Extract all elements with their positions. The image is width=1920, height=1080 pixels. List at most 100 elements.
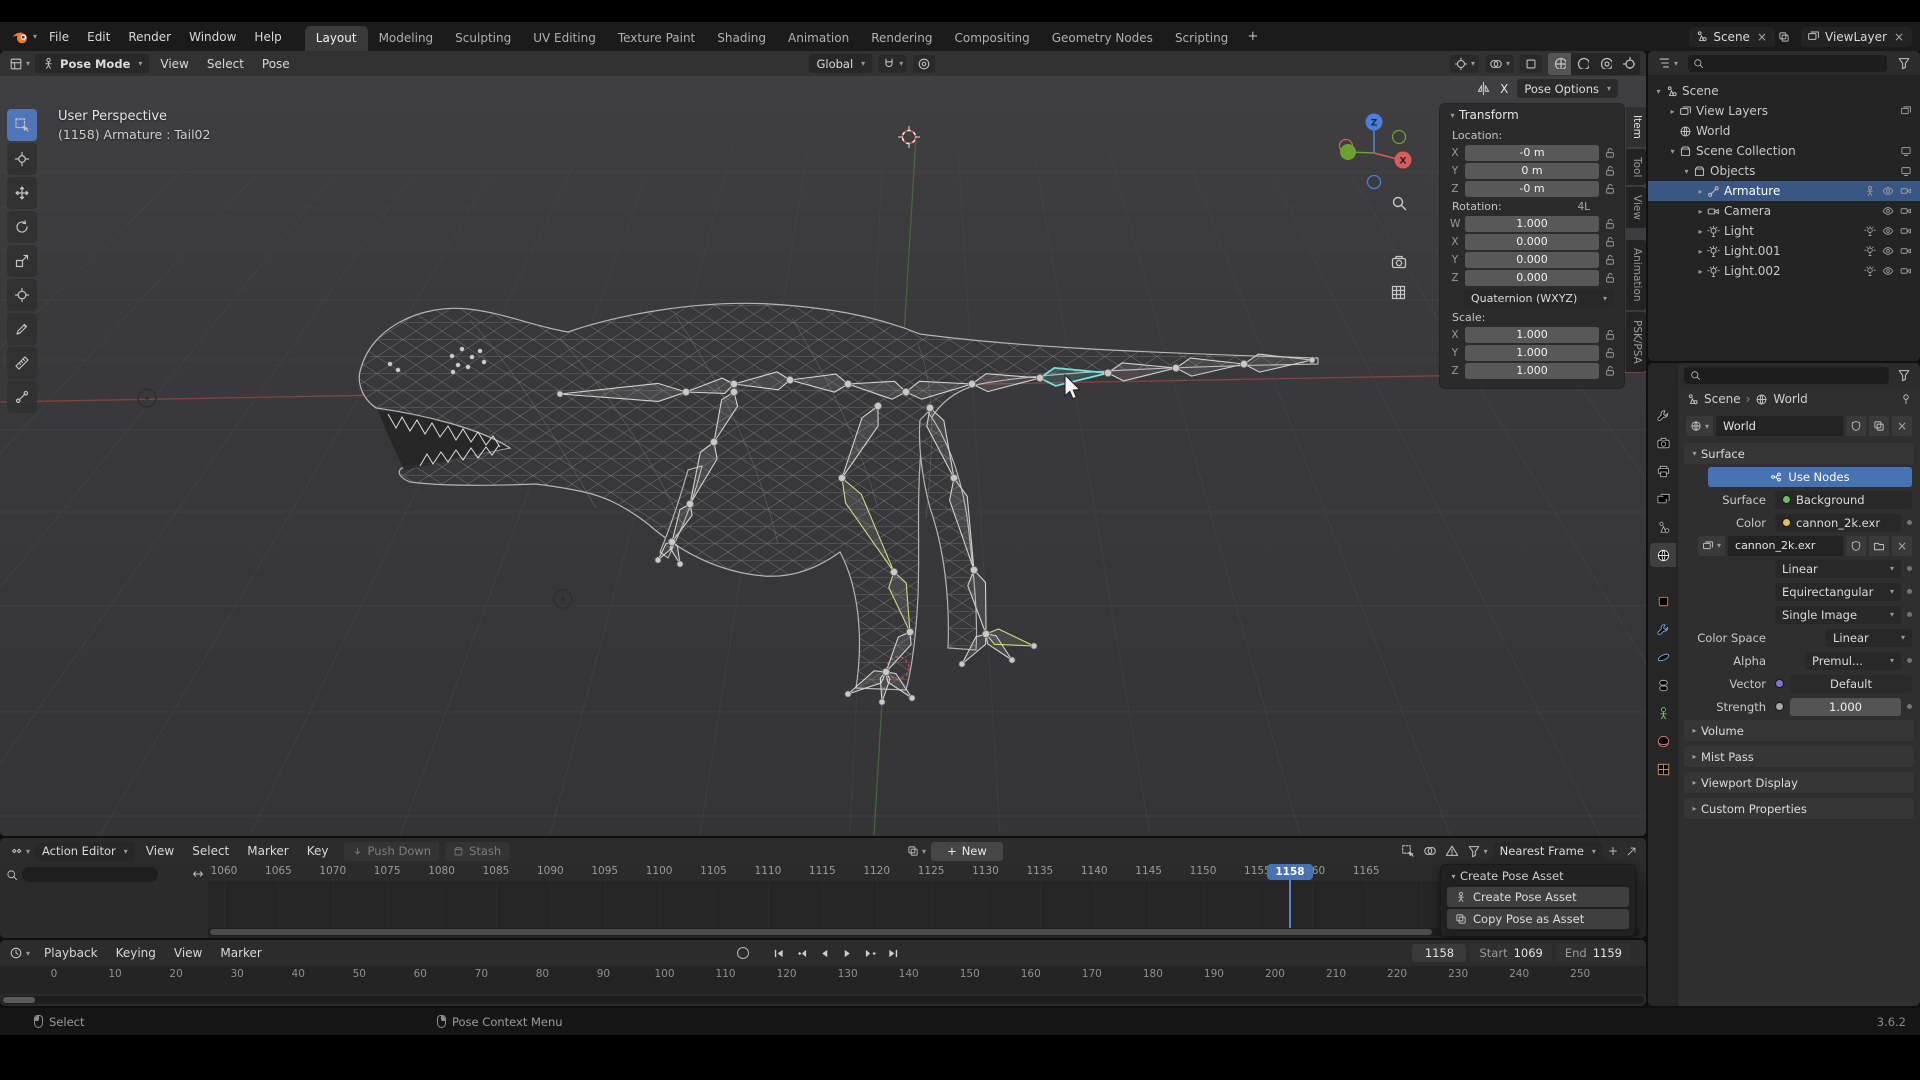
dopesheet-channels[interactable] (0, 864, 208, 938)
start-frame-field[interactable]: Start 1069 (1470, 944, 1552, 962)
gizmo-y[interactable] (1340, 144, 1356, 160)
dopesheet-menu[interactable]: Key (298, 841, 338, 861)
use-nodes-button[interactable]: Use Nodes (1708, 466, 1912, 487)
scale-value-field[interactable]: 1.000 (1465, 344, 1599, 361)
outliner-row-light[interactable]: Light (1648, 221, 1920, 241)
disclosure-icon[interactable] (1694, 227, 1707, 236)
npanel-tab[interactable]: Animation (1626, 240, 1646, 310)
collapsed-panel-header[interactable]: Custom Properties (1684, 798, 1914, 819)
menubar-menu[interactable]: Edit (78, 27, 119, 47)
workspace-tab[interactable]: Shading (706, 26, 777, 51)
props-tab-constraints[interactable] (1650, 673, 1676, 697)
workspace-tab[interactable]: Sculpting (444, 26, 522, 51)
stash-button[interactable]: Stash (445, 841, 510, 861)
npanel-tab[interactable]: Tool (1626, 148, 1646, 186)
workspace-tab[interactable]: Texture Paint (607, 26, 706, 51)
collapsed-panel-header[interactable]: Volume (1684, 720, 1914, 741)
proportional-toggle[interactable] (1605, 842, 1621, 860)
push-down-button[interactable]: Push Down (343, 841, 440, 861)
scrollbar-handle[interactable] (210, 929, 1432, 935)
breadcrumb-scene[interactable]: Scene (1704, 392, 1741, 406)
lock-icon[interactable] (1604, 347, 1616, 359)
tool-select-box[interactable] (7, 109, 37, 141)
disclosure-icon[interactable] (1694, 187, 1707, 196)
auto-keying-toggle[interactable] (737, 947, 749, 959)
image-icon[interactable] (1900, 105, 1912, 117)
props-tab-object-data[interactable] (1650, 701, 1676, 725)
current-frame-field[interactable]: 1158 (1412, 944, 1467, 962)
rotation-mode-dropdown[interactable]: Quaternion (WXYZ) (1464, 290, 1614, 307)
viewport-editor[interactable]: Pose Mode ViewSelectPose Global (0, 51, 1646, 836)
xray-toggle[interactable] (1520, 54, 1543, 73)
show-gizmo-toggle[interactable] (1449, 54, 1479, 73)
hide-eye-icon[interactable] (1882, 205, 1894, 217)
decorator-dot[interactable] (1907, 520, 1912, 525)
lock-icon[interactable] (1604, 254, 1616, 266)
new-scene-button[interactable] (1775, 29, 1793, 45)
outliner-row-scene[interactable]: Scene (1648, 81, 1920, 101)
transform-panel-header[interactable]: Transform (1440, 104, 1624, 126)
shading-rendered-button[interactable] (1617, 53, 1640, 75)
hide-eye-icon[interactable] (1882, 265, 1894, 277)
shading-wireframe-button[interactable] (1548, 52, 1572, 75)
show-errors-toggle[interactable] (1442, 842, 1462, 860)
properties-search-input[interactable] (1684, 366, 1889, 384)
editor-type-button[interactable] (6, 55, 33, 73)
disclosure-icon[interactable] (1666, 107, 1679, 116)
next-keyframe-button[interactable] (861, 944, 880, 962)
current-frame-badge[interactable]: 1158 (1267, 864, 1313, 880)
props-tab-material[interactable] (1650, 729, 1676, 753)
hide-eye-icon[interactable] (1882, 225, 1894, 237)
viewport-menu[interactable]: Pose (253, 54, 299, 74)
outliner-row-scene-collection[interactable]: Scene Collection (1648, 141, 1920, 161)
props-tab-tool[interactable] (1650, 403, 1676, 427)
disclosure-icon[interactable] (1666, 147, 1679, 156)
rotation-value-field[interactable]: 1.000 (1465, 215, 1599, 232)
decorator-dot[interactable] (1907, 612, 1912, 617)
props-tab-view-layer[interactable] (1650, 487, 1676, 511)
browse-image-button[interactable] (1698, 535, 1726, 556)
decorator-dot[interactable] (1907, 566, 1912, 571)
new-world-button[interactable] (1869, 416, 1889, 436)
decorator-dot[interactable] (1907, 704, 1912, 709)
channel-search[interactable] (6, 867, 158, 882)
timeline-editor[interactable]: PlaybackKeyingViewMarker 1158 Start 1069… (0, 940, 1646, 1006)
new-action-button[interactable]: New (931, 841, 1003, 861)
outliner-row-objects[interactable]: Objects (1648, 161, 1920, 181)
location-value-field[interactable]: -0 m (1465, 144, 1599, 161)
disclosure-icon[interactable] (1694, 247, 1707, 256)
menubar-menu[interactable]: Help (245, 27, 290, 47)
image-name-field[interactable]: cannon_2k.exr (1728, 535, 1843, 556)
view-layer-selector[interactable]: ViewLayer (1801, 26, 1912, 47)
decorator-dot[interactable] (1907, 589, 1912, 594)
dopesheet-menu[interactable]: Select (183, 841, 238, 861)
outliner-search-input[interactable] (1688, 54, 1887, 72)
rotation-value-field[interactable]: 0.000 (1465, 251, 1599, 268)
channel-search-input[interactable] (22, 867, 158, 882)
open-image-button[interactable] (1869, 535, 1889, 556)
remove-view-layer-icon[interactable] (1892, 31, 1906, 43)
hide-eye-icon[interactable] (1882, 185, 1894, 197)
jump-to-end-button[interactable] (884, 944, 903, 962)
tool-transform[interactable] (7, 279, 37, 311)
outliner-row-light-001[interactable]: Light.001 (1648, 241, 1920, 261)
render-visibility-icon[interactable] (1900, 265, 1912, 277)
playhead-line[interactable] (1289, 879, 1291, 928)
timeline-menu[interactable]: Marker (211, 943, 270, 963)
unlink-scene-icon[interactable] (1755, 31, 1769, 43)
props-tab-physics[interactable] (1650, 645, 1676, 669)
tool-move[interactable] (7, 177, 37, 209)
pose-icon[interactable] (1864, 185, 1876, 197)
gizmo-neg-z[interactable] (1366, 174, 1382, 190)
workspace-tab[interactable]: Rendering (860, 26, 943, 51)
unlink-image-button[interactable] (1892, 535, 1912, 556)
workspace-tab[interactable]: Animation (777, 26, 860, 51)
strength-value-field[interactable]: 1.000 (1790, 697, 1901, 716)
outliner-filter-button[interactable] (1894, 54, 1914, 72)
props-tab-output[interactable] (1650, 459, 1676, 483)
surface-shader-select[interactable]: Background (1775, 490, 1912, 509)
dopesheet-hscrollbar[interactable] (208, 928, 1640, 936)
location-value-field[interactable]: -0 m (1465, 180, 1599, 197)
props-tab-modifiers[interactable] (1650, 617, 1676, 641)
disclosure-icon[interactable] (1694, 207, 1707, 216)
